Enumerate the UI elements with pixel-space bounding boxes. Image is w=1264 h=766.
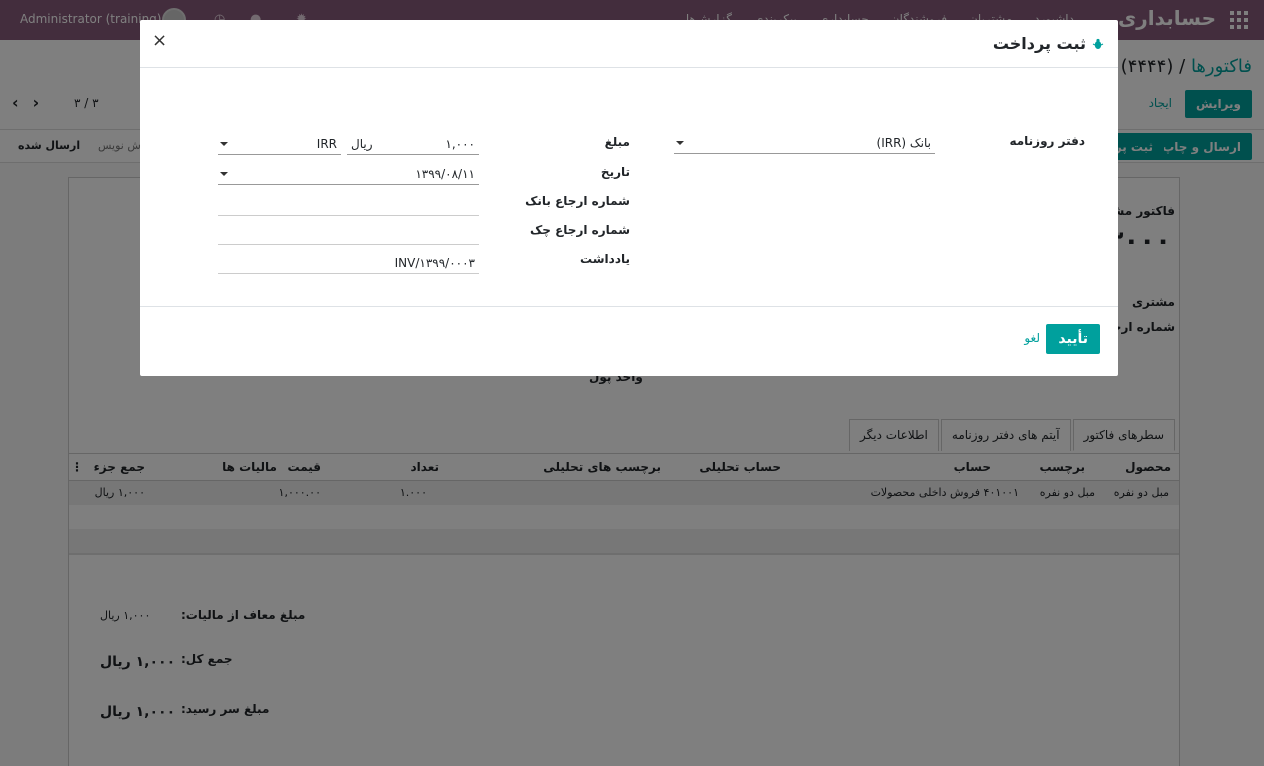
currency-value: IRR: [316, 137, 337, 151]
check-ref-input[interactable]: [218, 225, 479, 245]
close-icon[interactable]: ×: [152, 30, 167, 51]
chevron-down-icon: [220, 172, 228, 176]
register-payment-dialog: ثبت پرداخت × دفتر روزنامه بانک (IRR) مبل…: [140, 20, 1118, 376]
dialog-title: ثبت پرداخت: [993, 34, 1104, 53]
memo-value: INV/۱۳۹۹/۰۰۰۳: [394, 256, 475, 270]
memo-input[interactable]: INV/۱۳۹۹/۰۰۰۳: [218, 254, 479, 274]
currency-symbol: ریال: [351, 137, 373, 151]
amount-field[interactable]: ۱,۰۰۰ ریال: [347, 135, 479, 155]
bug-icon: [1092, 38, 1104, 49]
currency-select[interactable]: IRR: [218, 135, 341, 155]
payment-date-field[interactable]: ۱۳۹۹/۰۸/۱۱: [218, 165, 479, 185]
dialog-footer: تأیید لغو: [140, 306, 1118, 376]
dialog-body: دفتر روزنامه بانک (IRR) مبلغ تاریخ شماره…: [140, 68, 1118, 306]
date-value: ۱۳۹۹/۰۸/۱۱: [415, 167, 475, 181]
dialog-title-text: ثبت پرداخت: [992, 34, 1086, 53]
journal-select[interactable]: بانک (IRR): [674, 134, 935, 154]
bank-ref-label: شماره ارجاع بانک: [525, 194, 630, 208]
memo-label: یادداشت: [580, 252, 630, 266]
journal-label: دفتر روزنامه: [1009, 134, 1085, 148]
cancel-button[interactable]: لغو: [1024, 331, 1040, 345]
amount-label: مبلغ: [604, 135, 630, 149]
chevron-down-icon: [220, 142, 228, 146]
bank-ref-input[interactable]: [218, 196, 479, 216]
check-ref-label: شماره ارجاع چک: [529, 223, 630, 237]
amount-value: ۱,۰۰۰: [445, 137, 475, 151]
dialog-header: ثبت پرداخت ×: [140, 20, 1118, 68]
chevron-down-icon: [676, 141, 684, 145]
confirm-button[interactable]: تأیید: [1046, 324, 1100, 354]
journal-value: بانک (IRR): [876, 136, 931, 150]
date-label: تاریخ: [600, 165, 630, 179]
